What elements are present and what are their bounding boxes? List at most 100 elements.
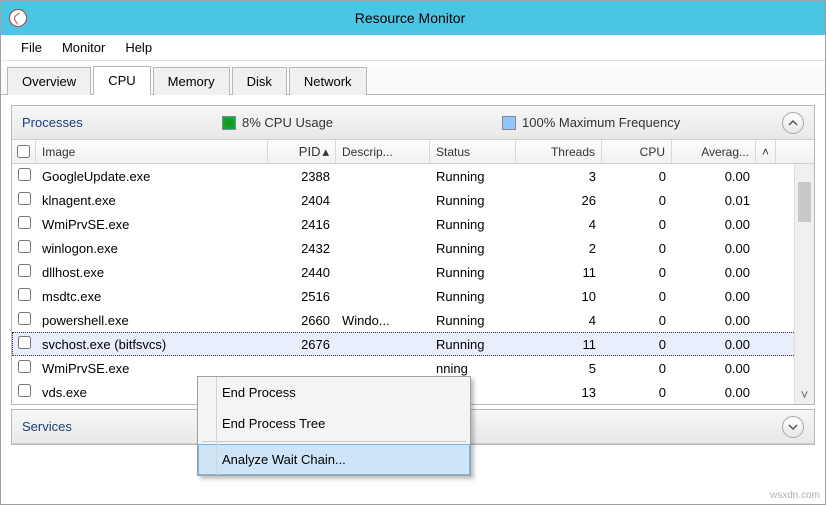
title-bar: Resource Monitor	[1, 1, 825, 35]
table-row[interactable]: GoogleUpdate.exe2388Running300.00	[12, 164, 814, 188]
table-row[interactable]: msdtc.exe2516Running1000.00	[12, 284, 814, 308]
cell-status: Running	[430, 193, 516, 208]
cell-image: WmiPrvSE.exe	[36, 217, 268, 232]
row-checkbox[interactable]	[18, 216, 31, 229]
cell-status: Running	[430, 265, 516, 280]
max-freq-label: 100% Maximum Frequency	[522, 115, 680, 130]
processes-panel: Processes 8% CPU Usage 100% Maximum Freq…	[11, 105, 815, 405]
row-checkbox[interactable]	[18, 168, 31, 181]
scroll-up-icon[interactable]: ˄	[756, 140, 776, 163]
cell-cpu: 0	[602, 337, 672, 352]
column-cpu[interactable]: CPU	[602, 140, 672, 163]
max-freq-metric: 100% Maximum Frequency	[502, 115, 782, 130]
row-checkbox-cell[interactable]	[12, 336, 36, 352]
row-checkbox[interactable]	[18, 360, 31, 373]
context-menu-separator	[202, 441, 466, 442]
cell-cpu: 0	[602, 289, 672, 304]
row-checkbox-cell[interactable]	[12, 216, 36, 232]
column-image[interactable]: Image	[36, 140, 268, 163]
row-checkbox-cell[interactable]	[12, 312, 36, 328]
cpu-usage-swatch-icon	[222, 116, 236, 130]
cell-threads: 13	[516, 385, 602, 400]
cell-image: winlogon.exe	[36, 241, 268, 256]
table-row[interactable]: WmiPrvSE.exe2416Running400.00	[12, 212, 814, 236]
row-checkbox-cell[interactable]	[12, 360, 36, 376]
processes-title: Processes	[22, 115, 222, 130]
tab-network[interactable]: Network	[289, 67, 367, 95]
chevron-up-icon	[788, 118, 798, 128]
row-checkbox[interactable]	[18, 336, 31, 349]
tab-cpu[interactable]: CPU	[93, 66, 150, 95]
row-checkbox[interactable]	[18, 288, 31, 301]
menu-monitor[interactable]: Monitor	[52, 37, 115, 58]
cell-status: nning	[430, 361, 516, 376]
cell-pid: 2676	[268, 337, 336, 352]
context-menu-gutter	[216, 377, 217, 475]
cell-threads: 2	[516, 241, 602, 256]
menu-bar: File Monitor Help	[1, 35, 825, 61]
table-row[interactable]: klnagent.exe2404Running2600.01	[12, 188, 814, 212]
column-threads[interactable]: Threads	[516, 140, 602, 163]
row-checkbox-cell[interactable]	[12, 384, 36, 400]
cell-cpu: 0	[602, 361, 672, 376]
processes-header[interactable]: Processes 8% CPU Usage 100% Maximum Freq…	[12, 106, 814, 140]
scrollbar-track[interactable]	[795, 164, 814, 384]
window-title: Resource Monitor	[33, 10, 817, 26]
menu-analyze-wait-chain[interactable]: Analyze Wait Chain...	[198, 444, 470, 475]
menu-end-process-tree[interactable]: End Process Tree	[198, 408, 470, 439]
tab-memory[interactable]: Memory	[153, 67, 230, 95]
scroll-down-icon[interactable]: ˅	[795, 384, 814, 404]
watermark: wsxdn.com	[770, 490, 820, 501]
table-row[interactable]: powershell.exe2660Windo...Running400.00	[12, 308, 814, 332]
column-description[interactable]: Descrip...	[336, 140, 430, 163]
collapse-button[interactable]	[782, 112, 804, 134]
row-checkbox-cell[interactable]	[12, 168, 36, 184]
row-checkbox[interactable]	[18, 312, 31, 325]
row-checkbox[interactable]	[18, 192, 31, 205]
cell-cpu: 0	[602, 385, 672, 400]
cell-cpu: 0	[602, 313, 672, 328]
cell-status: Running	[430, 241, 516, 256]
cell-cpu: 0	[602, 217, 672, 232]
row-checkbox[interactable]	[18, 240, 31, 253]
menu-help[interactable]: Help	[115, 37, 162, 58]
column-status[interactable]: Status	[430, 140, 516, 163]
cell-average: 0.00	[672, 217, 756, 232]
row-checkbox-cell[interactable]	[12, 192, 36, 208]
table-row[interactable]: dllhost.exe2440Running1100.00	[12, 260, 814, 284]
cell-average: 0.00	[672, 265, 756, 280]
menu-file[interactable]: File	[11, 37, 52, 58]
menu-end-process[interactable]: End Process	[198, 377, 470, 408]
cell-pid: 2404	[268, 193, 336, 208]
cell-average: 0.00	[672, 169, 756, 184]
row-checkbox-cell[interactable]	[12, 288, 36, 304]
cpu-usage-label: 8% CPU Usage	[242, 115, 333, 130]
scrollbar-thumb[interactable]	[798, 182, 811, 222]
column-headers: Image PID▴ Descrip... Status Threads CPU…	[12, 140, 814, 164]
cell-average: 0.00	[672, 313, 756, 328]
row-checkbox[interactable]	[18, 384, 31, 397]
expand-services-button[interactable]	[782, 416, 804, 438]
cell-average: 0.01	[672, 193, 756, 208]
cell-status: Running	[430, 337, 516, 352]
tab-disk[interactable]: Disk	[232, 67, 287, 95]
cell-cpu: 0	[602, 241, 672, 256]
column-average[interactable]: Averag...	[672, 140, 756, 163]
tab-bar: Overview CPU Memory Disk Network	[1, 65, 825, 95]
row-checkbox[interactable]	[18, 264, 31, 277]
cell-cpu: 0	[602, 193, 672, 208]
cell-threads: 10	[516, 289, 602, 304]
cell-image: dllhost.exe	[36, 265, 268, 280]
row-checkbox-cell[interactable]	[12, 264, 36, 280]
select-all-checkbox[interactable]	[17, 145, 30, 158]
cell-pid: 2432	[268, 241, 336, 256]
chevron-down-icon	[788, 422, 798, 432]
table-row[interactable]: svchost.exe (bitfsvcs)2676Running1100.00	[12, 332, 814, 356]
tab-overview[interactable]: Overview	[7, 67, 91, 95]
table-row[interactable]: winlogon.exe2432Running200.00	[12, 236, 814, 260]
cpu-usage-metric: 8% CPU Usage	[222, 115, 502, 130]
row-checkbox-cell[interactable]	[12, 240, 36, 256]
column-pid[interactable]: PID▴	[268, 140, 336, 163]
scrollbar[interactable]: ˅	[794, 164, 814, 404]
column-checkbox[interactable]	[12, 140, 36, 163]
